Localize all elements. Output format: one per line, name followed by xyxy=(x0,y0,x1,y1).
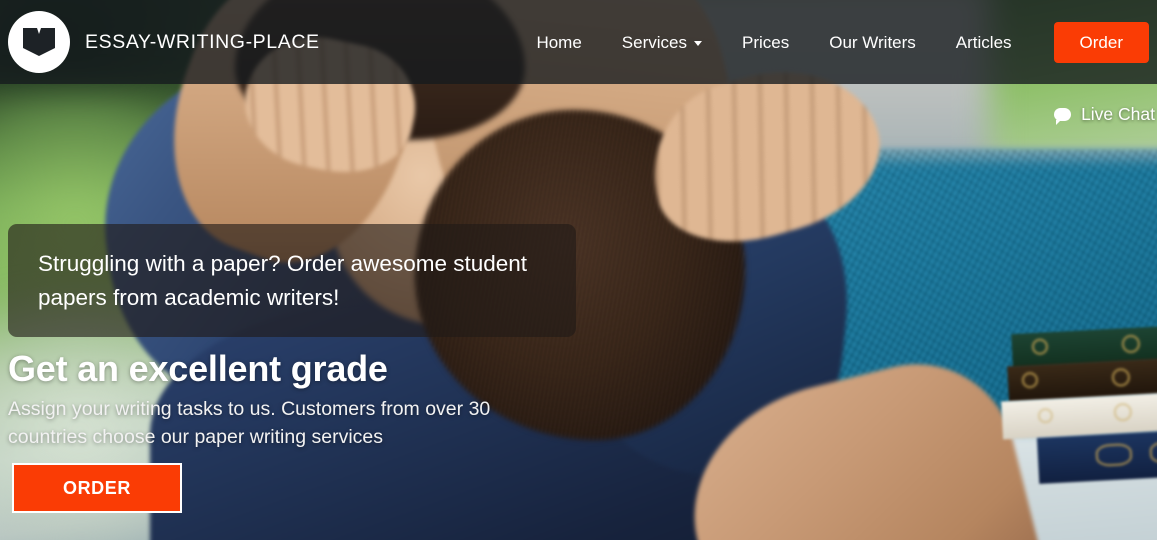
hero-subtitle: Assign your writing tasks to us. Custome… xyxy=(8,398,491,449)
nav-item-home-label: Home xyxy=(536,32,582,52)
nav-item-our-writers[interactable]: Our Writers xyxy=(809,34,936,51)
hero-order-button[interactable]: ORDER xyxy=(12,463,182,513)
chat-bubble-icon xyxy=(1054,108,1072,125)
promo-banner: Struggling with a paper? Order awesome s… xyxy=(8,224,576,337)
chevron-down-icon xyxy=(693,41,702,46)
nav-item-articles[interactable]: Articles xyxy=(936,34,1032,51)
open-book-logo-icon xyxy=(8,11,70,73)
nav-item-home[interactable]: Home xyxy=(516,34,601,51)
brand-name: ESSAY-WRITING-PLACE xyxy=(85,30,320,53)
nav-item-services-label: Services xyxy=(621,32,687,52)
page-root: ESSAY-WRITING-PLACE Home Services Prices… xyxy=(0,0,1157,540)
page-title: Get an excellent grade xyxy=(8,348,388,389)
main-navigation: Home Services Prices Our Writers Article… xyxy=(516,21,1157,63)
nav-item-prices[interactable]: Prices xyxy=(722,34,809,51)
live-chat-button[interactable]: Live Chat xyxy=(1054,104,1157,125)
photo-book-blue xyxy=(1036,430,1157,484)
nav-item-articles-label: Articles xyxy=(955,32,1012,52)
site-header: ESSAY-WRITING-PLACE Home Services Prices… xyxy=(0,0,1157,84)
nav-item-services[interactable]: Services xyxy=(602,34,722,51)
header-order-button[interactable]: Order xyxy=(1053,21,1149,63)
live-chat-label: Live Chat xyxy=(1081,104,1155,124)
brand-logo[interactable]: ESSAY-WRITING-PLACE xyxy=(0,11,320,73)
nav-item-prices-label: Prices xyxy=(741,32,790,52)
promo-banner-text: Struggling with a paper? Order awesome s… xyxy=(38,251,528,310)
nav-item-our-writers-label: Our Writers xyxy=(829,32,916,52)
